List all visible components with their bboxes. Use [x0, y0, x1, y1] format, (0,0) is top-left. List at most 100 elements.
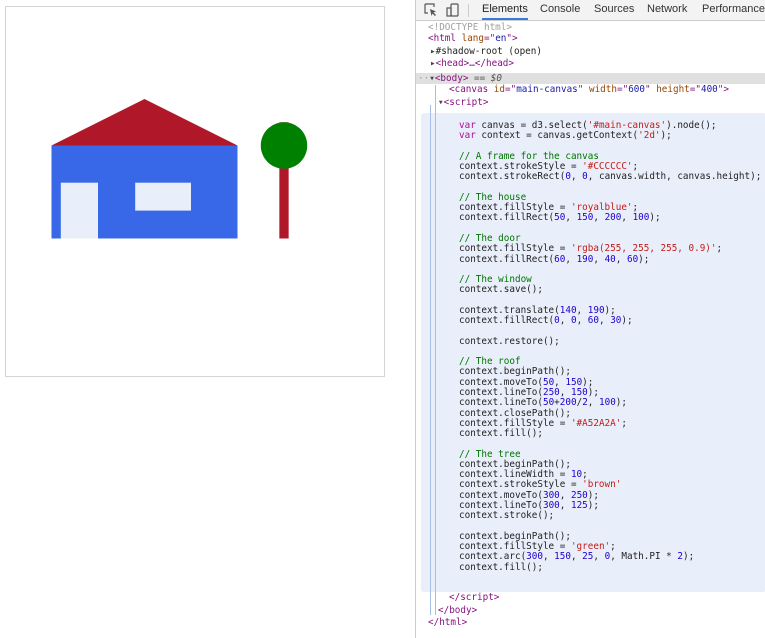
code-token: ); [638, 253, 650, 265]
code-token: , [593, 212, 605, 224]
html-close-tag[interactable]: </html> [428, 617, 468, 628]
code-token: context.restore(); [459, 335, 560, 347]
code-token: 40 [604, 253, 616, 265]
tag-bracket: > [508, 58, 514, 69]
code-line: context.fillRect(50, 150, 200, 100); [459, 213, 661, 223]
body-node[interactable]: ··▾<body> == $0 [418, 73, 503, 84]
attr-value: en [495, 33, 507, 44]
code-token: ); [587, 499, 599, 511]
code-token: , [565, 212, 577, 224]
code-token: context = canvas.getContext( [475, 130, 639, 142]
html-node[interactable]: <html lang="en"> [428, 33, 518, 44]
main-canvas[interactable] [5, 6, 385, 377]
canvas-tag-token: width [583, 84, 617, 95]
code-token: ).node(); [666, 120, 717, 131]
canvas-node[interactable]: <canvas id="main-canvas" width="600" hei… [449, 84, 729, 95]
script-node[interactable]: ▾<script> [438, 97, 488, 108]
code-line: context.fillRect(60, 190, 40, 60); [459, 253, 650, 265]
tag-name: head [486, 58, 509, 69]
code-token: 30 [610, 315, 622, 327]
page-viewport [0, 0, 415, 638]
tag-bracket: </ [438, 605, 450, 616]
code-line: context.stroke(); [459, 511, 554, 521]
code-token: , [570, 551, 583, 563]
tree-foliage [260, 122, 308, 169]
code-token: 100 [632, 212, 650, 224]
tag-bracket: "> [506, 33, 518, 44]
code-token: 125 [570, 499, 588, 511]
head-node[interactable]: ▸<head>…</head> [430, 58, 514, 69]
canvas-tag-token: =" [689, 84, 701, 95]
code-token: 60 [626, 253, 639, 265]
tab-network[interactable]: Network [647, 0, 687, 20]
code-token: , [615, 253, 627, 265]
tab-elements[interactable]: Elements [482, 0, 528, 20]
code-token: ); [649, 212, 661, 224]
tag-bracket: > [461, 617, 468, 628]
doctype-node[interactable]: <!DOCTYPE html> [428, 22, 512, 33]
code-token: context.fillRect( [459, 253, 555, 265]
code-token: ; [716, 243, 723, 255]
code-token: , [565, 253, 577, 265]
tag-name: html [433, 33, 456, 44]
canvas-tag-token: 400 [700, 84, 718, 95]
code-token: ; [621, 417, 627, 429]
code-line: context.restore(); [459, 335, 560, 347]
shadow-root-node[interactable]: ▸#shadow-root (open) [430, 46, 542, 57]
code-token: , [621, 212, 633, 224]
tab-sources[interactable]: Sources [594, 0, 634, 20]
more-options-icon[interactable]: ·· [418, 73, 429, 84]
tag-name: body [449, 605, 472, 616]
selected-marker: == $0 [468, 73, 503, 84]
toolbar-divider [468, 4, 469, 17]
code-token: , [598, 315, 611, 327]
code-token: context.strokeRect( [459, 171, 566, 183]
inspect-element-icon[interactable] [424, 3, 438, 17]
code-token: 100 [599, 397, 616, 409]
code-token: , Math.PI * [610, 551, 678, 563]
code-token: ); [615, 397, 627, 409]
code-token: , [559, 315, 571, 327]
canvas-tag-token: canvas [454, 84, 489, 95]
code-token: context.save(); [459, 284, 543, 296]
code-token: , [559, 499, 571, 511]
indent-guide [435, 85, 436, 615]
script-close-tag[interactable]: </script> [449, 592, 499, 603]
code-token: ); [660, 130, 672, 142]
code-token: context.stroke(); [459, 510, 555, 522]
canvas-tag-token: height [650, 84, 690, 95]
canvas-tag-token: =" [505, 84, 517, 95]
code-token: ); [682, 551, 695, 563]
tab-performance[interactable]: Performance [702, 0, 765, 20]
code-line: context.save(); [459, 285, 543, 295]
code-token: 60 [554, 253, 566, 265]
code-token: , [593, 253, 605, 265]
canvas-tag-token: "> [717, 84, 729, 95]
code-token: ); [621, 315, 633, 327]
window [135, 182, 192, 211]
code-line: var context = canvas.getContext('2d'); [459, 131, 672, 141]
canvas-drawing [51, 99, 308, 239]
code-line: context.strokeRect(0, 0, canvas.width, c… [459, 172, 761, 182]
code-token: context.fillRect( [459, 212, 555, 224]
devtools-panel: Elements Console Sources Network Perform… [415, 0, 765, 638]
body-close-tag[interactable]: </body> [438, 605, 477, 616]
tag-name: script [460, 592, 494, 603]
tag-name: html [439, 617, 462, 628]
code-line: context.fill(); [459, 428, 543, 439]
code-token: context.fill(); [459, 561, 543, 573]
tag-bracket: =" [484, 33, 496, 44]
code-token: 190 [576, 253, 594, 265]
code-token: , canvas.width, canvas.height); [587, 171, 762, 183]
code-token: '#A52A2A' [570, 417, 622, 429]
code-token: 25 [582, 551, 594, 563]
tag-bracket: </ [428, 617, 440, 628]
attr-name: lang [456, 33, 484, 44]
code-token: , [593, 551, 605, 563]
roof [51, 99, 238, 146]
device-toolbar-icon[interactable] [446, 3, 460, 17]
code-line: context.fill(); [459, 561, 543, 573]
tab-console[interactable]: Console [540, 0, 580, 20]
door [60, 182, 99, 239]
code-token: , [576, 315, 588, 327]
